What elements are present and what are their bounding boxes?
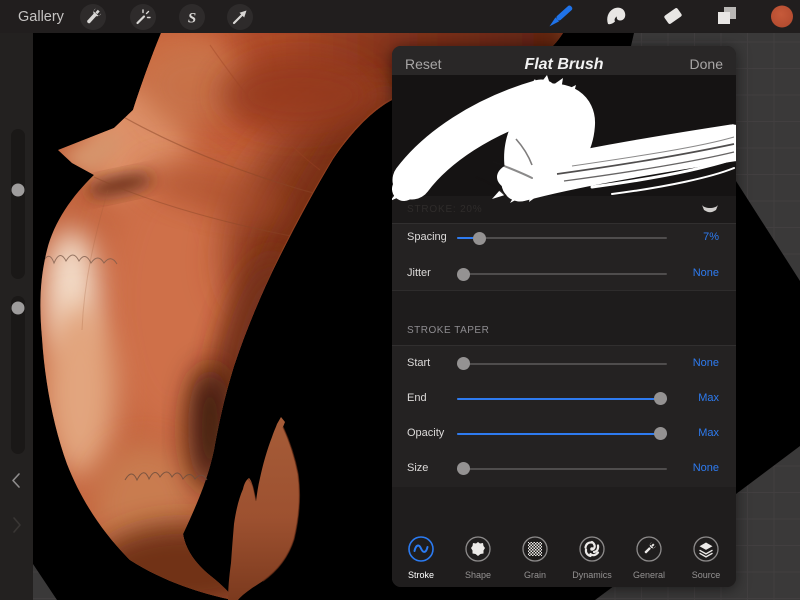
svg-text:S: S [188,11,196,27]
